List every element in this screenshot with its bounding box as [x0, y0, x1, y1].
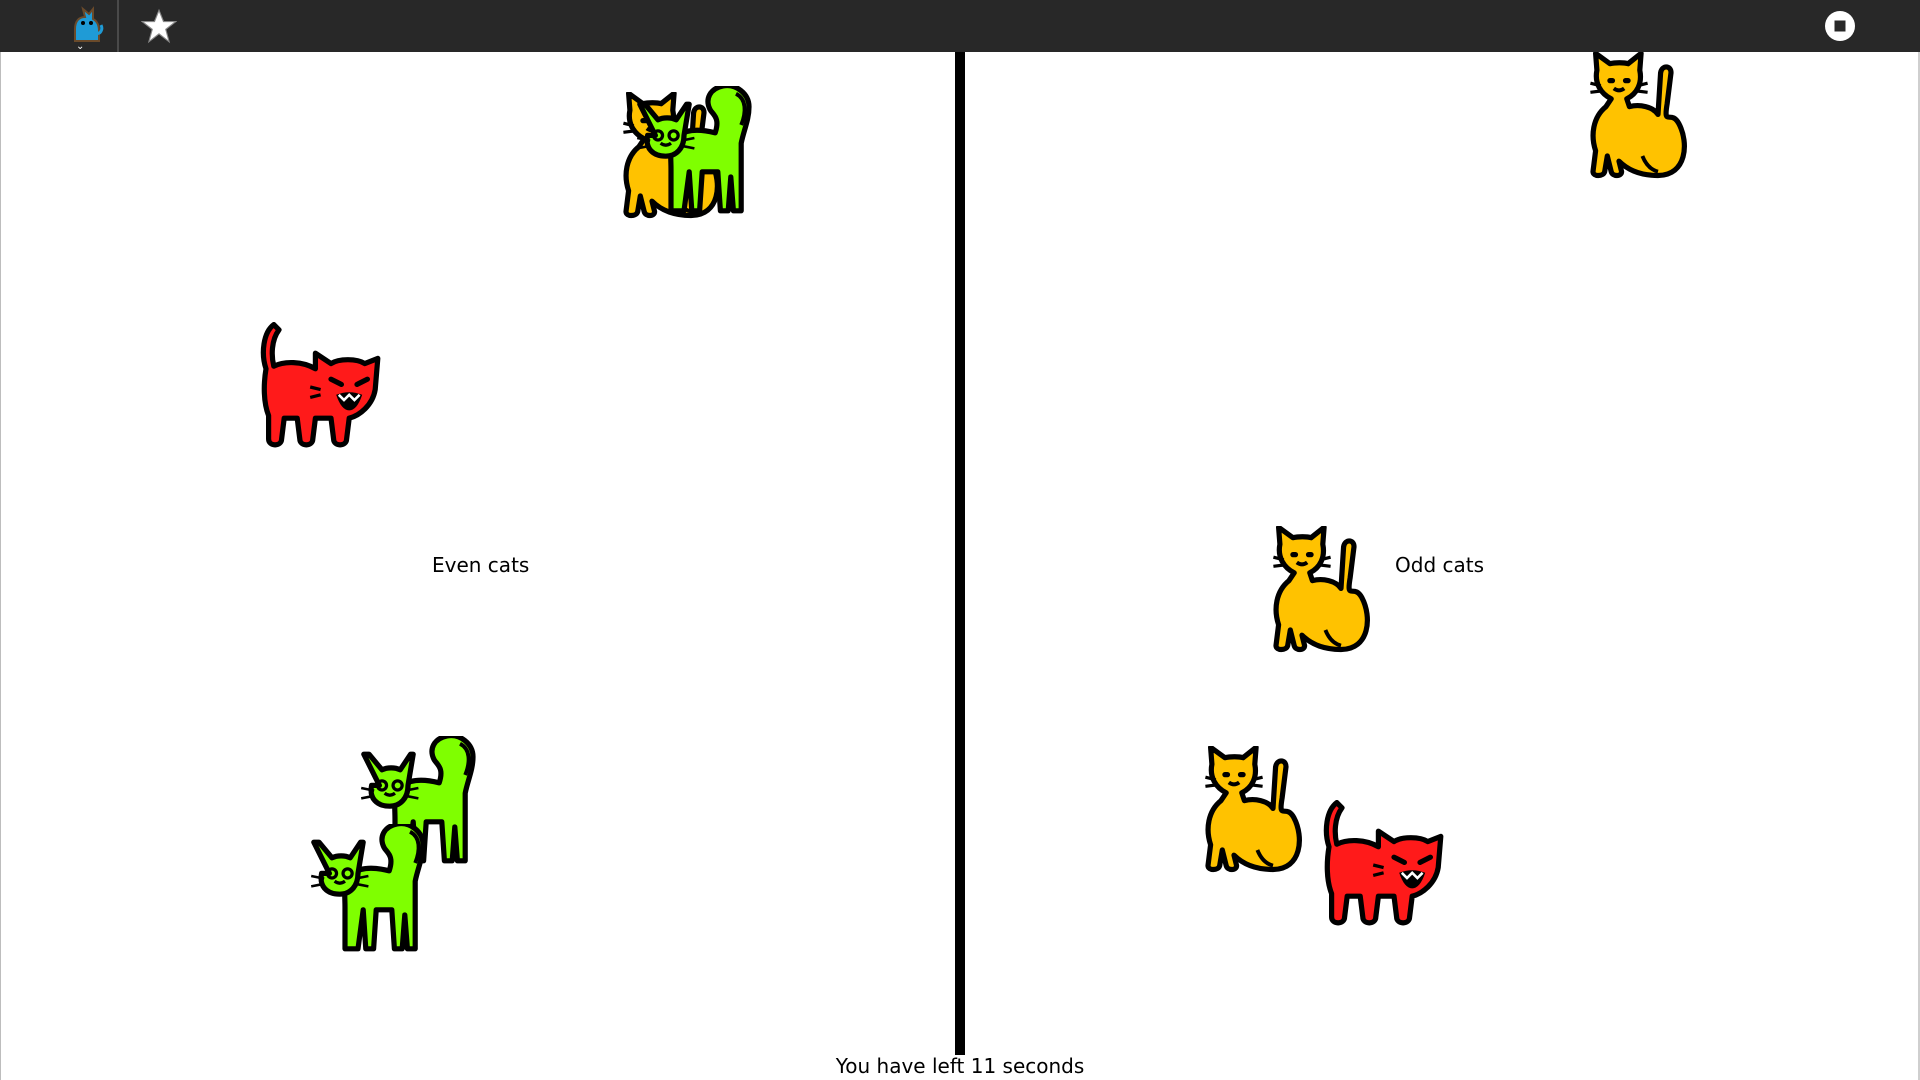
sitting-cat-icon	[1182, 746, 1312, 876]
timer-prefix: You have left	[835, 1054, 965, 1078]
countdown-timer: You have left 11 seconds	[700, 1054, 1220, 1078]
sitting-cat-icon	[1567, 52, 1697, 182]
toolbar: ⌄	[0, 0, 1920, 52]
angry-cat-icon	[253, 322, 383, 452]
chevron-down-icon: ⌄	[76, 41, 85, 52]
timer-suffix: seconds	[1002, 1054, 1085, 1078]
cat-odd-4[interactable]	[1316, 800, 1446, 930]
cat-odd-1[interactable]	[1567, 52, 1697, 182]
cat-odd-2[interactable]	[1250, 526, 1380, 656]
angry-cat-icon	[1316, 800, 1446, 930]
toolbar-separator	[117, 0, 119, 52]
odd-zone-label: Odd cats	[1395, 553, 1485, 577]
cat-even-3[interactable]	[253, 322, 383, 452]
standing-cat-icon	[632, 86, 762, 216]
standing-cat-icon	[306, 824, 436, 954]
zone-divider	[955, 52, 965, 1055]
cat-even-5[interactable]	[306, 824, 436, 954]
sitting-cat-icon	[1250, 526, 1380, 656]
cat-activity-icon[interactable]	[58, 0, 116, 52]
cat-odd-3[interactable]	[1182, 746, 1312, 876]
stop-icon[interactable]	[1814, 0, 1866, 52]
cat-even-2[interactable]	[632, 86, 762, 216]
timer-seconds: 11	[970, 1054, 997, 1078]
board-left-edge	[0, 52, 1, 1080]
star-icon[interactable]	[134, 0, 184, 52]
even-zone-label: Even cats	[432, 553, 530, 577]
